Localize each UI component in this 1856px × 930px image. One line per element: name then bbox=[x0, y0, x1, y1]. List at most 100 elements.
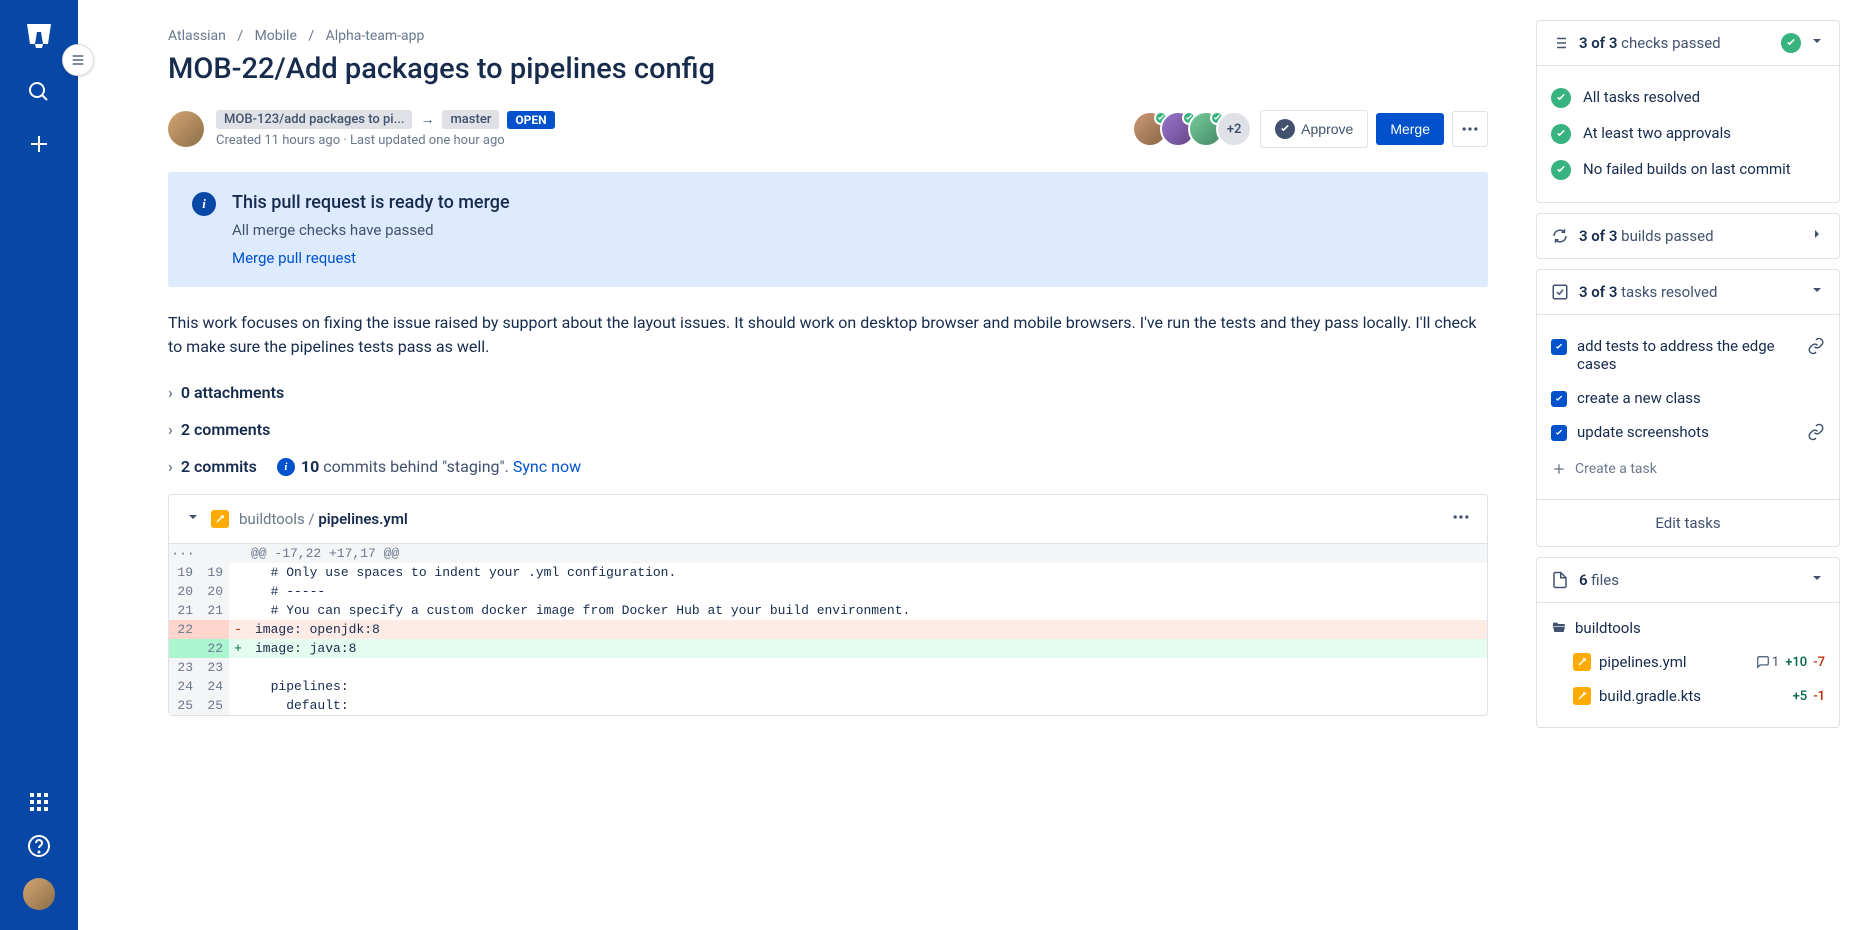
task-item[interactable]: create a new class bbox=[1551, 381, 1825, 415]
timestamps: Created 11 hours ago · Last updated one … bbox=[216, 133, 555, 148]
pr-description: This work focuses on fixing the issue ra… bbox=[168, 311, 1488, 359]
diff-line[interactable]: 22-image: openjdk:8 bbox=[169, 620, 1487, 639]
create-task-input[interactable]: Create a task bbox=[1551, 453, 1825, 485]
user-avatar[interactable] bbox=[23, 878, 55, 910]
chevron-down-icon[interactable] bbox=[185, 509, 201, 529]
comments-section[interactable]: › 2 comments bbox=[168, 420, 1488, 439]
expand-hunk-icon[interactable]: ··· bbox=[169, 544, 197, 563]
check-item: No failed builds on last commit bbox=[1551, 152, 1825, 188]
sync-now-link[interactable]: Sync now bbox=[513, 457, 581, 476]
breadcrumb-link[interactable]: Alpha-team-app bbox=[326, 28, 425, 44]
approve-button[interactable]: Approve bbox=[1260, 110, 1368, 148]
commits-behind-info: i 10 commits behind "staging". Sync now bbox=[277, 457, 581, 476]
file-item[interactable]: build.gradle.kts+5-1 bbox=[1551, 679, 1825, 713]
check-icon bbox=[1551, 88, 1571, 108]
chevron-down-icon bbox=[1809, 570, 1825, 590]
task-item[interactable]: add tests to address the edge cases bbox=[1551, 329, 1825, 381]
lines-added: +5 bbox=[1793, 689, 1808, 704]
plus-icon bbox=[1551, 461, 1567, 477]
folder-open-icon bbox=[1551, 620, 1567, 636]
bitbucket-logo-icon[interactable] bbox=[23, 20, 55, 52]
task-checkbox[interactable] bbox=[1551, 425, 1567, 441]
edit-tasks-button[interactable]: Edit tasks bbox=[1537, 499, 1839, 546]
chevron-right-icon bbox=[1809, 226, 1825, 246]
chevron-right-icon: › bbox=[168, 457, 173, 476]
files-header[interactable]: 6 files bbox=[1537, 558, 1839, 602]
folder-row[interactable]: buildtools bbox=[1551, 611, 1825, 645]
target-branch[interactable]: master bbox=[442, 110, 499, 129]
help-icon[interactable] bbox=[27, 834, 51, 858]
banner-title: This pull request is ready to merge bbox=[232, 192, 510, 213]
more-actions-button[interactable] bbox=[1452, 111, 1488, 147]
chevron-right-icon: › bbox=[168, 383, 173, 402]
lines-added: +10 bbox=[1785, 655, 1807, 670]
breadcrumb-link[interactable]: Mobile bbox=[255, 28, 297, 44]
create-icon[interactable] bbox=[27, 132, 51, 156]
diff-line[interactable]: 2424 pipelines: bbox=[169, 677, 1487, 696]
main-content: Atlassian / Mobile / Alpha-team-app MOB-… bbox=[78, 0, 1536, 930]
info-icon: i bbox=[192, 192, 216, 216]
expand-sidebar-button[interactable] bbox=[62, 44, 94, 76]
checks-card: 3 of 3 checks passed All tasks resolvedA… bbox=[1536, 20, 1840, 203]
file-icon bbox=[1551, 571, 1569, 589]
file-modified-icon bbox=[1573, 653, 1591, 671]
check-icon bbox=[1781, 33, 1801, 53]
banner-subtitle: All merge checks have passed bbox=[232, 221, 510, 239]
checkbox-icon bbox=[1551, 283, 1569, 301]
info-icon: i bbox=[277, 458, 295, 476]
builds-header[interactable]: 3 of 3 builds passed bbox=[1537, 214, 1839, 258]
commits-section[interactable]: › 2 commits i 10 commits behind "staging… bbox=[168, 457, 1488, 476]
tasks-card: 3 of 3 tasks resolved add tests to addre… bbox=[1536, 269, 1840, 547]
arrow-right-icon: → bbox=[420, 111, 434, 128]
file-modified-icon bbox=[211, 510, 229, 528]
chevron-right-icon: › bbox=[168, 420, 173, 439]
diff-line[interactable]: 2323 bbox=[169, 658, 1487, 677]
check-item: All tasks resolved bbox=[1551, 80, 1825, 116]
merge-button[interactable]: Merge bbox=[1376, 113, 1444, 145]
builds-card: 3 of 3 builds passed bbox=[1536, 213, 1840, 259]
search-icon[interactable] bbox=[27, 80, 51, 104]
task-item[interactable]: update screenshots bbox=[1551, 415, 1825, 453]
breadcrumb: Atlassian / Mobile / Alpha-team-app bbox=[168, 28, 1488, 44]
files-card: 6 files buildtools pipelines.yml1+10-7bu… bbox=[1536, 557, 1840, 728]
diff-more-icon[interactable] bbox=[1451, 507, 1471, 531]
attachments-section[interactable]: › 0 attachments bbox=[168, 383, 1488, 402]
diff-line[interactable]: 2525 default: bbox=[169, 696, 1487, 715]
diff-file-path: buildtools / pipelines.yml bbox=[239, 510, 408, 528]
merge-ready-banner: i This pull request is ready to merge Al… bbox=[168, 172, 1488, 287]
lines-removed: -1 bbox=[1813, 689, 1825, 704]
page-title: MOB-22/Add packages to pipelines config bbox=[168, 52, 1488, 86]
apps-icon[interactable] bbox=[27, 790, 51, 814]
diff-line[interactable]: 2121 # You can specify a custom docker i… bbox=[169, 601, 1487, 620]
check-icon bbox=[1551, 160, 1571, 180]
file-modified-icon bbox=[1573, 687, 1591, 705]
status-badge: OPEN bbox=[507, 111, 554, 129]
diff-line[interactable]: 1919 # Only use spaces to indent your .y… bbox=[169, 563, 1487, 582]
reviewer-more[interactable]: +2 bbox=[1216, 111, 1252, 147]
chevron-down-icon bbox=[1809, 282, 1825, 302]
source-branch[interactable]: MOB-123/add packages to pi... bbox=[216, 110, 412, 129]
check-icon bbox=[1551, 124, 1571, 144]
link-icon[interactable] bbox=[1807, 337, 1825, 359]
breadcrumb-link[interactable]: Atlassian bbox=[168, 28, 226, 44]
task-checkbox[interactable] bbox=[1551, 339, 1567, 355]
checks-header[interactable]: 3 of 3 checks passed bbox=[1537, 21, 1839, 65]
lines-removed: -7 bbox=[1813, 655, 1825, 670]
check-item: At least two approvals bbox=[1551, 116, 1825, 152]
author-avatar[interactable] bbox=[168, 111, 204, 147]
hunk-header: @@ -17,22 +17,17 @@ bbox=[243, 544, 1487, 563]
right-sidebar: 3 of 3 checks passed All tasks resolvedA… bbox=[1536, 0, 1856, 930]
diff-panel: buildtools / pipelines.yml ··· @@ -17,22 … bbox=[168, 494, 1488, 716]
comment-count: 1 bbox=[1756, 655, 1779, 670]
diff-line[interactable]: 2020 # ----- bbox=[169, 582, 1487, 601]
chevron-down-icon bbox=[1809, 33, 1825, 53]
sync-icon bbox=[1551, 227, 1569, 245]
global-sidebar bbox=[0, 0, 78, 930]
tasks-header[interactable]: 3 of 3 tasks resolved bbox=[1537, 270, 1839, 314]
banner-merge-link[interactable]: Merge pull request bbox=[232, 249, 356, 267]
diff-line[interactable]: 22+image: java:8 bbox=[169, 639, 1487, 658]
task-checkbox[interactable] bbox=[1551, 391, 1567, 407]
link-icon[interactable] bbox=[1807, 423, 1825, 445]
reviewer-avatars: +2 bbox=[1132, 111, 1252, 147]
file-item[interactable]: pipelines.yml1+10-7 bbox=[1551, 645, 1825, 679]
